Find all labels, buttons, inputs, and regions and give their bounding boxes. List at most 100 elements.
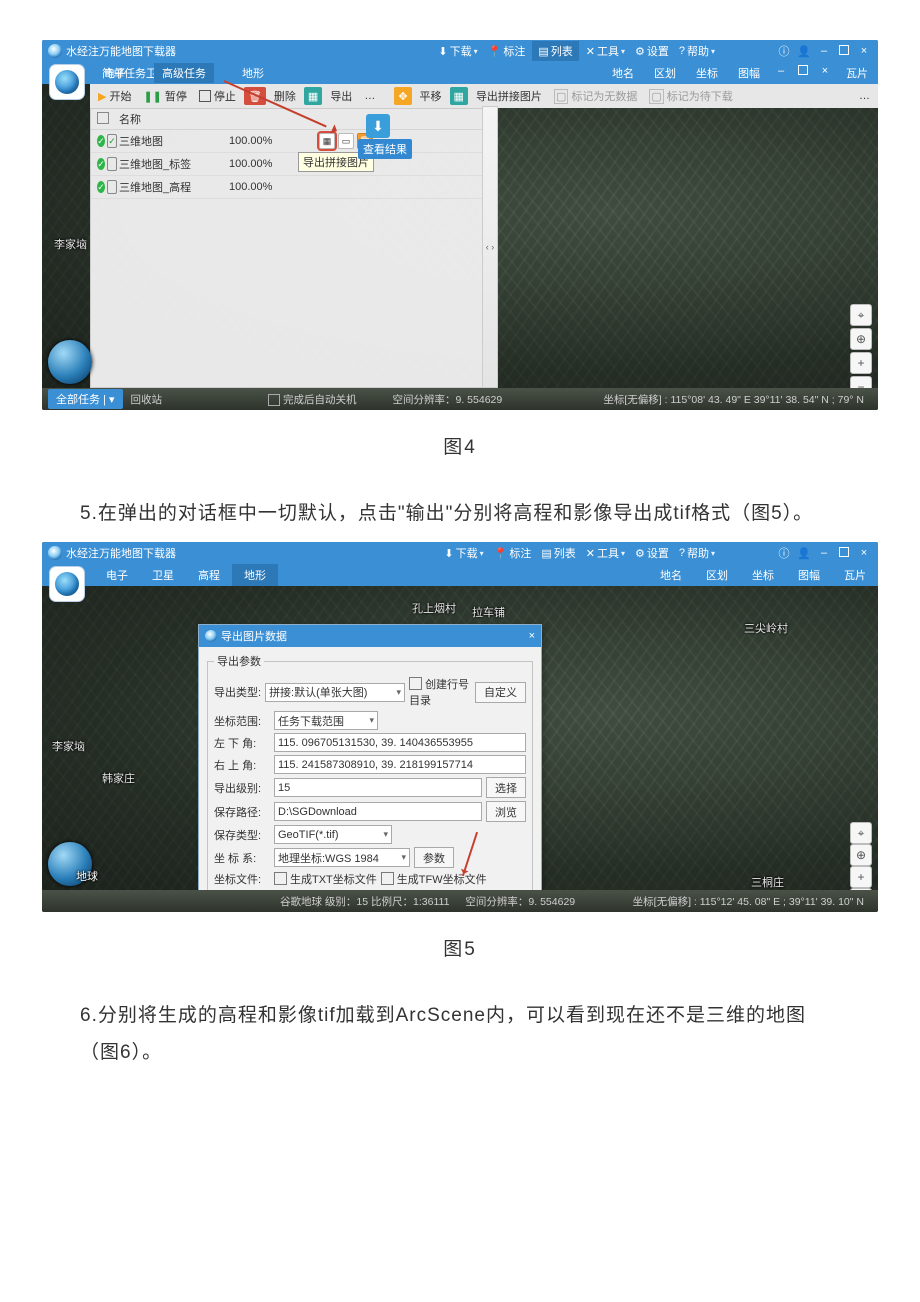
checkbox-gen-tfw[interactable]: 生成TFW坐标文件 (381, 871, 487, 887)
earth-preview-icon[interactable] (48, 340, 92, 384)
right-tab-placename[interactable]: 地名 (602, 65, 644, 81)
window-minimize-button[interactable]: – (816, 547, 832, 559)
header-user-icon[interactable]: 👤 (796, 547, 812, 560)
right-tab-tile[interactable]: 瓦片 (836, 65, 878, 81)
input-export-level[interactable]: 15 (274, 778, 482, 797)
select-export-type[interactable]: 拼接:默认(单张大图)▾ (265, 683, 405, 702)
tab-electronic[interactable]: 电子 (94, 564, 140, 586)
right-tab-plan[interactable]: 区划 (644, 65, 686, 81)
task-row[interactable]: ✓ 三维地图_标签 100.00% (91, 153, 483, 176)
header-info-icon[interactable]: ⓘ (776, 545, 792, 561)
input-lower-left[interactable]: 115. 096705131530, 39. 140436553955 (274, 733, 526, 752)
toolbar-export-button[interactable]: 导出 (326, 87, 356, 105)
map-locate-button[interactable]: ⌖ (850, 822, 872, 844)
row-checkbox[interactable] (107, 180, 117, 194)
button-custom[interactable]: 自定义 (475, 682, 526, 703)
toolbar-export-mosaic-icon[interactable]: ▦ (450, 87, 468, 105)
dialog-titlebar[interactable]: 导出图片数据 × (199, 625, 541, 647)
task-row[interactable]: ✓✓ 三维地图 100.00% ▦ ▭ 🗑 (91, 130, 483, 153)
app-menubar: 水经注万能地图下载器 ⬇下载▾ 📍标注 ▤列表 ✕工具▾ ⚙设置 ?帮助▾ ⓘ … (42, 542, 878, 564)
window-maximize-button[interactable] (836, 45, 852, 58)
menu-settings[interactable]: ⚙设置 (632, 43, 672, 59)
toolbar-export-mosaic-button[interactable]: 导出拼接图片 (472, 87, 546, 105)
toolbar-pan-button[interactable]: 平移 (416, 87, 446, 105)
window-minimize-button[interactable]: – (816, 45, 832, 57)
toolbar-mark-nodata-button[interactable]: ▢标记为无数据 (550, 87, 641, 105)
checkbox-create-line-dir[interactable]: 创建行号目录 (409, 676, 471, 708)
map-source-button[interactable] (50, 65, 84, 99)
toolbar-start-button[interactable]: ▶开始 (94, 87, 135, 105)
subpanel-maximize-button[interactable] (792, 65, 814, 81)
dialog-title: 导出图片数据 (221, 628, 287, 644)
menu-settings[interactable]: ⚙设置 (632, 545, 672, 561)
auto-shutdown-checkbox[interactable]: 完成后自动关机 (260, 392, 365, 407)
tab-simple-task[interactable]: 简单任务 (94, 65, 154, 81)
subpanel-minimize-button[interactable]: – (770, 65, 792, 81)
status-source-scale: 谷歌地球 级别：15 比例尺：1:36111 (272, 894, 457, 909)
tab-terrain[interactable]: 地形 (232, 564, 278, 586)
download-result-icon[interactable]: ⬇ (366, 114, 390, 138)
task-row[interactable]: ✓ 三维地图_高程 100.00% (91, 176, 483, 199)
select-crs[interactable]: 地理坐标:WGS 1984▾ (274, 848, 410, 867)
toolbar-export-icon[interactable]: ▦ (304, 87, 322, 105)
all-tasks-dropdown[interactable]: 全部任务 | ▾ (48, 389, 123, 409)
header-info-icon[interactable]: ⓘ (776, 43, 792, 59)
map-globe-button[interactable]: ⊕ (850, 328, 872, 350)
window-maximize-button[interactable] (836, 547, 852, 560)
menu-download[interactable]: ⬇下载▾ (435, 43, 480, 59)
toolbar-mark-pending-button[interactable]: ▢标记为待下载 (645, 87, 736, 105)
button-select-level[interactable]: 选择 (486, 777, 526, 798)
label-crs: 坐 标 系: (214, 850, 270, 866)
window-close-button[interactable]: × (856, 45, 872, 57)
menu-help[interactable]: ?帮助▾ (676, 43, 718, 59)
label-upper-right: 右 上 角: (214, 757, 270, 773)
menu-tools[interactable]: ✕工具▾ (583, 545, 628, 561)
right-tab-frame[interactable]: 图幅 (786, 567, 832, 583)
menu-help[interactable]: ?帮助▾ (676, 545, 718, 561)
map-globe-button[interactable]: ⊕ (850, 844, 872, 866)
menu-tools[interactable]: ✕工具▾ (583, 43, 628, 59)
select-range[interactable]: 任务下载范围▾ (274, 711, 378, 730)
right-tab-tile[interactable]: 瓦片 (832, 567, 878, 583)
right-tab-coord[interactable]: 坐标 (740, 567, 786, 583)
right-tab-coord[interactable]: 坐标 (686, 65, 728, 81)
toolbar-pan-icon[interactable]: ✥ (394, 87, 411, 105)
menu-download[interactable]: ⬇下载▾ (441, 545, 486, 561)
col-header-name[interactable]: 名称 (119, 111, 229, 127)
window-close-button[interactable]: × (856, 547, 872, 559)
toolbar-stop-button[interactable]: 停止 (195, 87, 240, 105)
menu-list[interactable]: ▤列表 (538, 545, 578, 561)
menu-annotate[interactable]: 📍标注 (485, 43, 529, 59)
input-upper-right[interactable]: 115. 241587308910, 39. 218199157714 (274, 755, 526, 774)
menu-list[interactable]: ▤列表 (532, 41, 578, 61)
button-crs-params[interactable]: 参数 (414, 847, 454, 868)
map-zoom-in-button[interactable]: + (850, 352, 872, 374)
tab-advanced-task[interactable]: 高级任务 (154, 63, 214, 83)
tab-terrain[interactable]: 地形 (232, 62, 274, 84)
figure-5-caption: 图5 (40, 934, 880, 961)
toolbar-more-button[interactable]: … (360, 87, 380, 105)
menu-annotate[interactable]: 📍标注 (491, 545, 535, 561)
row-checkbox[interactable]: ✓ (107, 134, 117, 148)
right-tab-plan[interactable]: 区划 (694, 567, 740, 583)
tab-satellite[interactable]: 卫星 (140, 564, 186, 586)
header-user-icon[interactable]: 👤 (796, 45, 812, 58)
map-locate-button[interactable]: ⌖ (850, 304, 872, 326)
row-checkbox[interactable] (107, 157, 117, 171)
tab-elevation[interactable]: 高程 (186, 564, 232, 586)
recycle-bin-link[interactable]: 回收站 (123, 392, 171, 407)
panel-collapse-handle[interactable]: ‹ › (482, 106, 498, 388)
checkbox-gen-txt[interactable]: 生成TXT坐标文件 (274, 871, 377, 887)
select-save-type[interactable]: GeoTIF(*.tif)▾ (274, 825, 392, 844)
map-zoom-in-button[interactable]: + (850, 866, 872, 888)
map-source-button[interactable] (50, 567, 84, 601)
subpanel-close-button[interactable]: × (814, 65, 836, 81)
button-browse[interactable]: 浏览 (486, 801, 526, 822)
toolbar-overflow-button[interactable]: … (855, 87, 874, 105)
right-tab-frame[interactable]: 图幅 (728, 65, 770, 81)
row-export-mosaic-icon[interactable]: ▦ (319, 133, 335, 149)
input-save-path[interactable]: D:\SGDownload (274, 802, 482, 821)
right-tab-placename[interactable]: 地名 (648, 567, 694, 583)
toolbar-pause-button[interactable]: ❚❚暂停 (139, 87, 190, 105)
dialog-close-button[interactable]: × (529, 630, 535, 642)
